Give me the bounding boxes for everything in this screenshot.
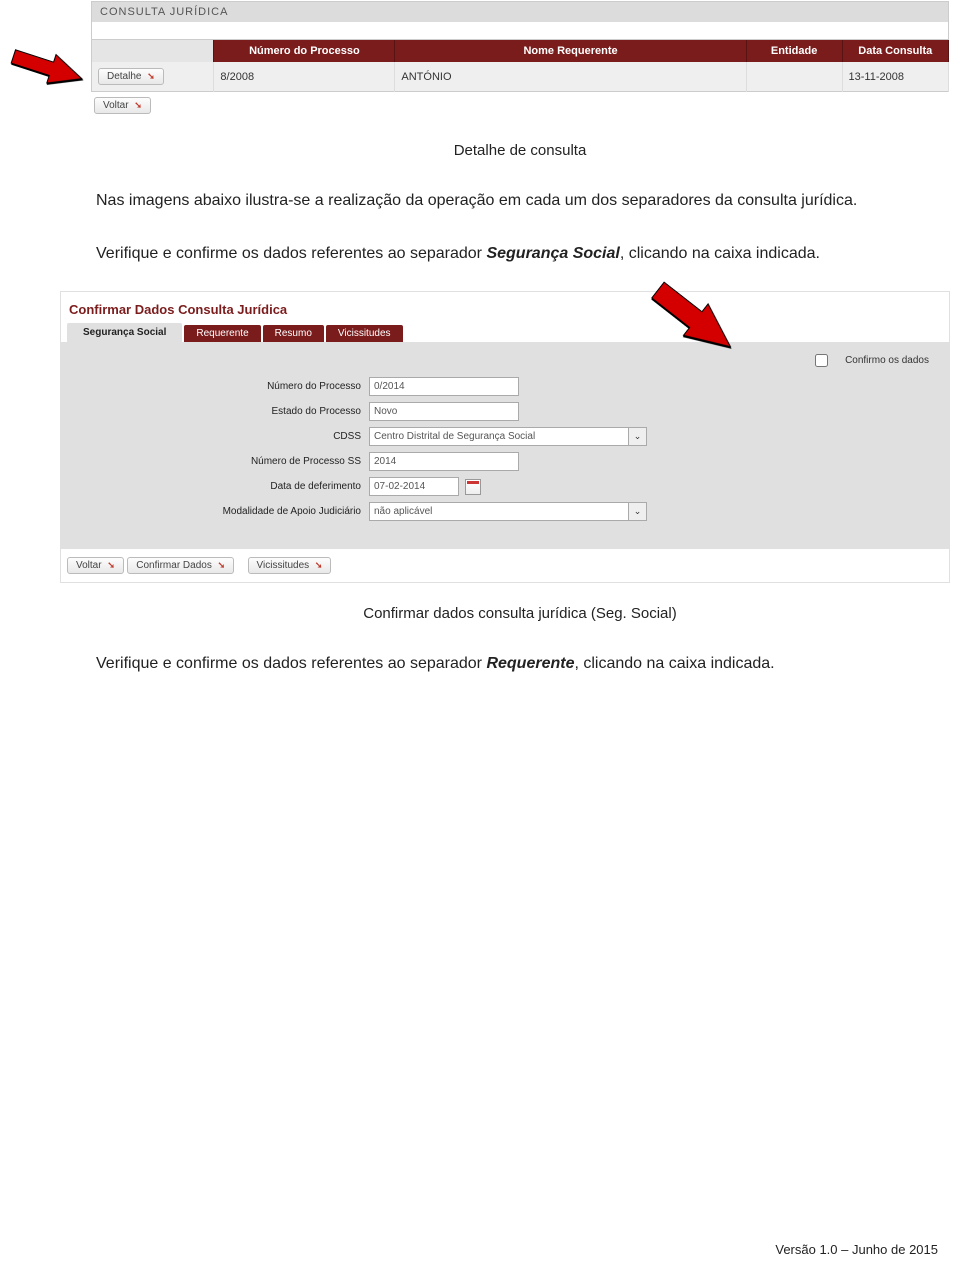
form-heading: Confirmar Dados Consulta Jurídica: [61, 292, 949, 323]
caption-confirmar: Confirmar dados consulta jurídica (Seg. …: [90, 605, 950, 622]
panel-title: CONSULTA JURÍDICA: [91, 1, 949, 22]
label-numero-processo-ss: Número de Processo SS: [69, 456, 369, 467]
tab-vicissitudes[interactable]: Vicissitudes: [326, 325, 403, 342]
confirmar-dados-button[interactable]: Confirmar Dados ➘: [127, 557, 234, 574]
col-header-processo: Número do Processo: [214, 40, 395, 62]
detalhe-button-label: Detalhe: [107, 71, 141, 82]
results-table: Número do Processo Nome Requerente Entid…: [91, 40, 949, 92]
vicissitudes-button-label: Vicissitudes: [257, 560, 310, 571]
input-numero-processo-ss[interactable]: [369, 452, 519, 471]
select-cdss[interactable]: [369, 427, 629, 446]
col-header-nome: Nome Requerente: [395, 40, 746, 62]
page-footer-version: Versão 1.0 – Junho de 2015: [753, 1234, 960, 1265]
confirmar-button-label: Confirmar Dados: [136, 560, 212, 571]
voltar-button-label: Voltar: [103, 100, 129, 111]
voltar-button[interactable]: Voltar ➘: [67, 557, 124, 574]
tab-seguranca-social[interactable]: Segurança Social: [67, 323, 182, 342]
red-arrow-annotation: [6, 40, 88, 94]
screenshot-consulta-juridica: CONSULTA JURÍDICA Número do Processo Nom…: [90, 0, 950, 120]
tab-resumo[interactable]: Resumo: [263, 325, 324, 342]
confirmo-checkbox[interactable]: [815, 354, 828, 367]
label-numero-processo: Número do Processo: [69, 381, 369, 392]
paragraph-2: Verifique e confirme os dados referentes…: [90, 238, 950, 269]
input-data-deferimento[interactable]: [369, 477, 459, 496]
vicissitudes-button[interactable]: Vicissitudes ➘: [248, 557, 332, 574]
voltar-button[interactable]: Voltar ➘: [94, 97, 151, 114]
arrow-icon: ➘: [315, 560, 323, 570]
arrow-icon: ➘: [107, 560, 115, 570]
cell-nome: ANTÓNIO: [395, 62, 746, 92]
caption-detalhe: Detalhe de consulta: [90, 142, 950, 159]
label-modalidade: Modalidade de Apoio Judiciário: [69, 506, 369, 517]
red-arrow-annotation: [640, 279, 750, 367]
label-data-deferimento: Data de deferimento: [69, 481, 369, 492]
detalhe-button[interactable]: Detalhe ➘: [98, 68, 164, 85]
cell-data: 13-11-2008: [842, 62, 948, 92]
table-row: Detalhe ➘ 8/2008 ANTÓNIO 13-11-2008: [92, 62, 949, 92]
select-modalidade[interactable]: [369, 502, 629, 521]
arrow-icon: ➘: [147, 71, 155, 81]
arrow-icon: ➘: [218, 560, 226, 570]
chevron-down-icon[interactable]: ⌄: [629, 427, 647, 446]
tab-requerente[interactable]: Requerente: [184, 325, 260, 342]
cell-processo: 8/2008: [214, 62, 395, 92]
calendar-icon[interactable]: [465, 479, 481, 495]
confirmo-label: Confirmo os dados: [845, 356, 929, 367]
input-numero-processo[interactable]: [369, 377, 519, 396]
arrow-icon: ➘: [134, 100, 142, 110]
screenshot-confirmar-dados: Confirmar Dados Consulta Jurídica Segura…: [60, 291, 950, 583]
label-estado-processo: Estado do Processo: [69, 406, 369, 417]
voltar-button-label: Voltar: [76, 560, 102, 571]
input-estado-processo[interactable]: [369, 402, 519, 421]
label-cdss: CDSS: [69, 431, 369, 442]
paragraph-1: Nas imagens abaixo ilustra-se a realizaç…: [90, 185, 950, 216]
paragraph-3: Verifique e confirme os dados referentes…: [90, 648, 950, 679]
tab-bar: Segurança Social Requerente Resumo Vicis…: [61, 323, 949, 342]
chevron-down-icon[interactable]: ⌄: [629, 502, 647, 521]
cell-entidade: [746, 62, 842, 92]
col-header-entidade: Entidade: [746, 40, 842, 62]
col-header-data: Data Consulta: [842, 40, 948, 62]
